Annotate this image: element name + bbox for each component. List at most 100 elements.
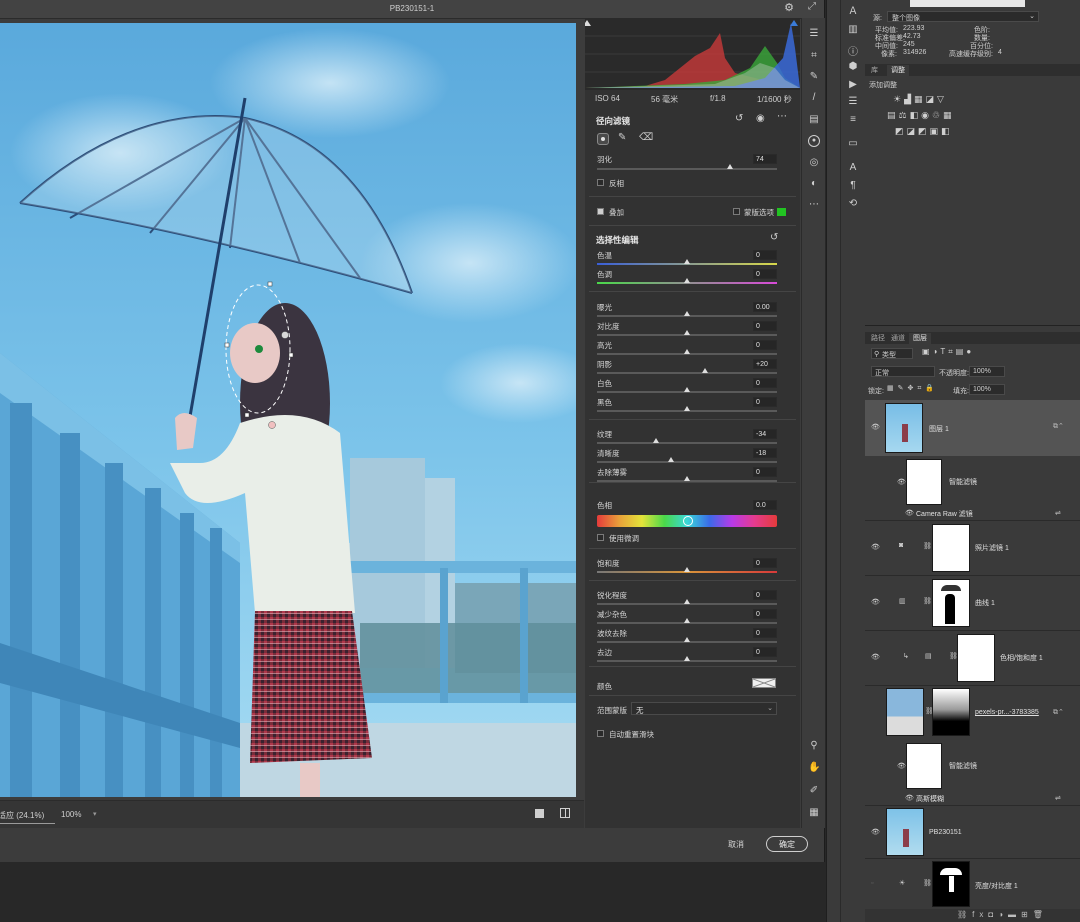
- settings-gear-icon[interactable]: ⚙: [784, 1, 794, 14]
- tab-library[interactable]: 库: [867, 65, 882, 76]
- actions-play-icon[interactable]: ▶: [847, 79, 859, 90]
- preview-image[interactable]: [0, 23, 576, 797]
- slider-thumb[interactable]: [684, 349, 690, 354]
- layer-name[interactable]: 曲线 1: [975, 598, 995, 608]
- brush-preset-icon[interactable]: Ａ: [847, 2, 859, 17]
- eye-icon[interactable]: 👁: [905, 509, 914, 517]
- adjustment-icons-row3[interactable]: ◩◪◩▣◧: [895, 126, 953, 137]
- layer-name[interactable]: 智能滤镜: [949, 477, 977, 487]
- layer-name[interactable]: 智能滤镜: [949, 761, 977, 771]
- layer-kind-filter[interactable]: ⚲ 类型: [871, 348, 913, 359]
- mask-options-checkbox[interactable]: [733, 208, 740, 215]
- invert-checkbox[interactable]: [597, 179, 604, 186]
- slider-thumb[interactable]: [684, 656, 690, 661]
- eye-icon[interactable]: 👁: [905, 794, 914, 802]
- eye-icon[interactable]: 👁: [897, 478, 906, 486]
- slider-value[interactable]: 0: [753, 321, 777, 331]
- eraser-icon[interactable]: ⌫: [639, 132, 653, 143]
- hue-value[interactable]: 0.0: [753, 500, 777, 510]
- slider-value[interactable]: 0: [753, 558, 777, 568]
- fill-input[interactable]: 100%: [969, 384, 1005, 395]
- layer-row-curves[interactable]: 👁 ▥ ⛓ 曲线 1: [865, 576, 1080, 630]
- slider-track[interactable]: [597, 442, 777, 444]
- slider-thumb[interactable]: [667, 457, 674, 462]
- slider-value[interactable]: 0: [753, 250, 777, 260]
- slider-track[interactable]: [597, 461, 777, 463]
- eye-icon[interactable]: 👁: [871, 653, 880, 661]
- radial-filter-icon[interactable]: ●: [808, 135, 820, 147]
- slider-value[interactable]: 0.00: [753, 302, 777, 312]
- slider-value[interactable]: 0: [753, 647, 777, 657]
- slider-thumb[interactable]: [684, 259, 690, 264]
- filter-name[interactable]: 高斯模糊: [916, 794, 944, 804]
- opacity-input[interactable]: 100%: [969, 366, 1005, 377]
- overlay-checkbox[interactable]: [597, 208, 604, 215]
- slider-thumb[interactable]: [702, 368, 708, 373]
- slider-thumb[interactable]: [684, 599, 690, 604]
- layer-name[interactable]: 色相/饱和度 1: [1000, 653, 1043, 663]
- filter-options-icon[interactable]: ⇌: [1055, 794, 1061, 802]
- layer-filter-icons[interactable]: ▣◑T⌗▤●: [922, 347, 974, 357]
- eye-icon[interactable]: 👁: [897, 762, 906, 770]
- slider-value[interactable]: 0: [753, 269, 777, 279]
- layer-row-brightness[interactable]: ▫ ☀ ⛓ 亮度/对比度 1: [865, 859, 1080, 909]
- zoom-fit-label[interactable]: 适应 (24.1%): [0, 810, 44, 821]
- mask-color-swatch[interactable]: [777, 208, 786, 216]
- eye-icon[interactable]: 👁: [871, 598, 880, 606]
- channels-icon[interactable]: ▥: [847, 24, 859, 35]
- cancel-button[interactable]: 取消: [716, 838, 756, 852]
- source-select[interactable]: 整个图像 ⌄: [887, 11, 1039, 22]
- paragraph-icon[interactable]: ¶: [847, 180, 859, 191]
- slider-thumb[interactable]: [684, 311, 690, 316]
- slider-value[interactable]: 0: [753, 378, 777, 388]
- layer-row-pb230151[interactable]: 👁 PB230151: [865, 806, 1080, 858]
- slider-thumb[interactable]: [684, 330, 690, 335]
- adjustment-icons-row2[interactable]: ▤⚖◧◉♲▦: [887, 110, 955, 121]
- blend-mode-select[interactable]: 正常: [871, 366, 935, 377]
- sampler-icon[interactable]: ✐: [808, 785, 820, 796]
- layer-name[interactable]: 图层 1: [929, 424, 949, 434]
- red-eye-icon[interactable]: ◎: [808, 157, 820, 168]
- slider-thumb[interactable]: [684, 567, 690, 572]
- layer-row-photo-filter[interactable]: 👁 ◙ ⛓ 照片滤镜 1: [865, 521, 1080, 575]
- zoom-value[interactable]: 100%: [61, 810, 81, 819]
- slider-thumb[interactable]: [684, 406, 690, 411]
- slider-value[interactable]: 0: [753, 397, 777, 407]
- hand-icon[interactable]: ✋: [808, 762, 820, 773]
- layer-row-layer1[interactable]: 👁 图层 1 ⧉⌃: [865, 400, 1080, 456]
- hue-bar[interactable]: [597, 515, 777, 527]
- zoom-dropdown-icon[interactable]: ▾: [93, 810, 97, 818]
- slider-thumb[interactable]: [653, 438, 660, 443]
- eye-icon[interactable]: 👁: [871, 828, 880, 836]
- more-icon[interactable]: ⋯: [777, 111, 787, 122]
- slider-value[interactable]: 0: [753, 609, 777, 619]
- properties-icon[interactable]: ▭: [847, 138, 859, 149]
- feather-value[interactable]: 74: [753, 154, 777, 164]
- crop-icon[interactable]: ⌗: [808, 50, 820, 61]
- slider-thumb[interactable]: [684, 476, 690, 481]
- adjust-brush-icon[interactable]: /: [808, 92, 820, 103]
- tab-layers[interactable]: 图层: [909, 333, 931, 344]
- layers-footer-icons[interactable]: ⛓fx◘◑▬⊞🗑: [957, 910, 1048, 919]
- 3d-icon[interactable]: ⬢: [847, 61, 859, 72]
- slider-value[interactable]: 0: [753, 467, 777, 477]
- slider-value[interactable]: 0: [753, 590, 777, 600]
- radial-mask-tool-icon[interactable]: [597, 133, 609, 145]
- styles-icon[interactable]: ☰: [847, 96, 859, 107]
- lock-icons[interactable]: ▦✎✥⌗🔒: [887, 384, 938, 393]
- slider-value[interactable]: 0: [753, 628, 777, 638]
- slider-value[interactable]: 0: [753, 340, 777, 350]
- feather-slider-thumb[interactable]: [727, 164, 734, 169]
- slider-value[interactable]: +20: [753, 359, 777, 369]
- adjustment-icons-row1[interactable]: ☀▟▦◪▽: [893, 94, 947, 105]
- layer-name[interactable]: 亮度/对比度 1: [975, 881, 1018, 891]
- layer-name[interactable]: PB230151: [929, 829, 962, 836]
- tab-channels[interactable]: 通道: [887, 333, 909, 344]
- fullscreen-icon[interactable]: ⤢: [808, 1, 816, 12]
- filter-options-icon[interactable]: ⇌: [1055, 509, 1061, 517]
- layer-row-smart-filter[interactable]: 👁 智能滤镜 👁 Camera Raw 滤镜 ⇌: [865, 456, 1080, 518]
- more-tools-icon[interactable]: ⋯: [808, 199, 820, 210]
- slider-value[interactable]: -34: [753, 429, 777, 439]
- layer-row-pexels[interactable]: ⛓ pexels-pr...-3783385 ⧉⌃: [865, 686, 1080, 740]
- eye-icon[interactable]: 👁: [871, 423, 880, 431]
